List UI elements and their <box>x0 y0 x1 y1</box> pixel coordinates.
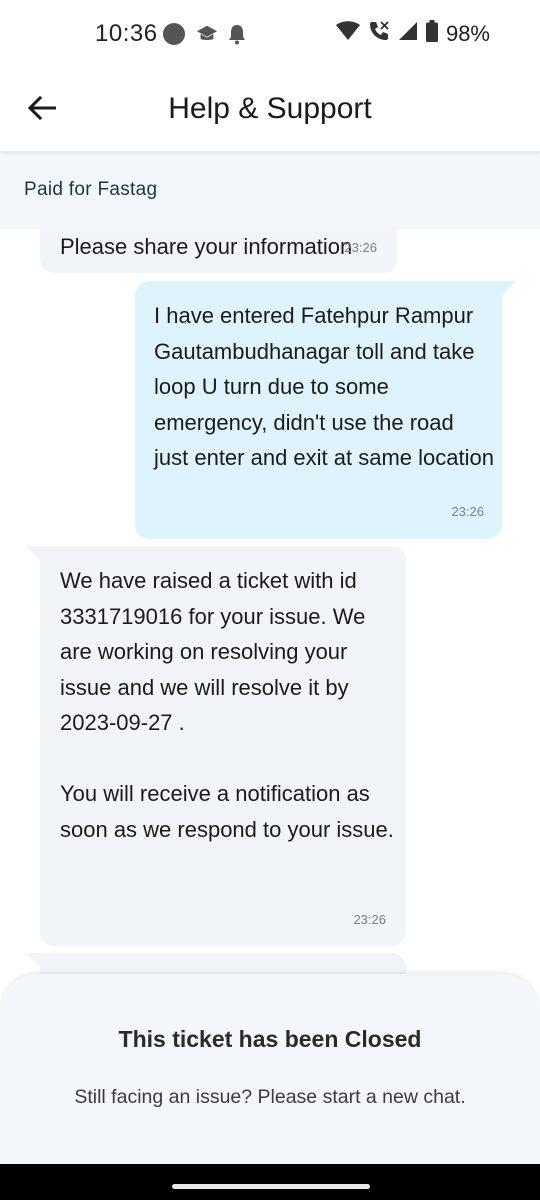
system-navigation-bar <box>0 1164 540 1200</box>
ticket-closed-panel: This ticket has been Closed Still facing… <box>0 974 540 1164</box>
message-text: Please share your information <box>60 234 353 259</box>
home-gesture-handle[interactable] <box>172 1184 370 1189</box>
bubble-tail <box>26 546 40 560</box>
message-text: We have raised a ticket with id 33317190… <box>60 568 394 842</box>
ticket-closed-title: This ticket has been Closed <box>118 1026 422 1052</box>
bubble-tail <box>502 281 516 295</box>
message-timestamp: 23:26 <box>353 911 386 927</box>
signal-icon <box>398 21 418 46</box>
status-time: 10:36 <box>95 20 158 47</box>
message-text: I have entered Fatehpur Rampur Gautambud… <box>154 303 494 470</box>
graduation-cap-icon <box>196 24 218 49</box>
wifi-icon <box>335 21 360 46</box>
chat-message-list[interactable]: Please share your information 23:26 I ha… <box>0 229 540 974</box>
ticket-subject: Paid for Fastag <box>24 179 158 200</box>
ticket-closed-subtitle: Still facing an issue? Please start a ne… <box>74 1086 466 1108</box>
battery-percentage: 98% <box>445 20 490 46</box>
message-bubble-outgoing: I have entered Fatehpur Rampur Gautambud… <box>135 281 516 539</box>
message-bubble-incoming-partial <box>26 953 406 974</box>
page-title: Help & Support <box>168 92 372 125</box>
message-timestamp: 23:26 <box>451 503 484 519</box>
call-icon <box>368 20 390 47</box>
message-bubble-incoming: We have raised a ticket with id 33317190… <box>26 546 406 946</box>
bubble-tail <box>26 953 40 967</box>
status-bar: 10:36 98% <box>0 0 540 70</box>
app-bar: Help & Support <box>0 70 540 152</box>
battery-icon <box>425 20 438 47</box>
ticket-subject-bar: Paid for Fastag <box>0 152 540 229</box>
circle-icon <box>162 22 186 51</box>
bell-icon <box>228 23 246 50</box>
message-bubble-incoming: Please share your information 23:26 <box>40 229 397 273</box>
status-notification-icons <box>162 22 246 51</box>
status-system-icons: 98% <box>335 20 490 47</box>
message-timestamp: 23:26 <box>344 239 377 255</box>
